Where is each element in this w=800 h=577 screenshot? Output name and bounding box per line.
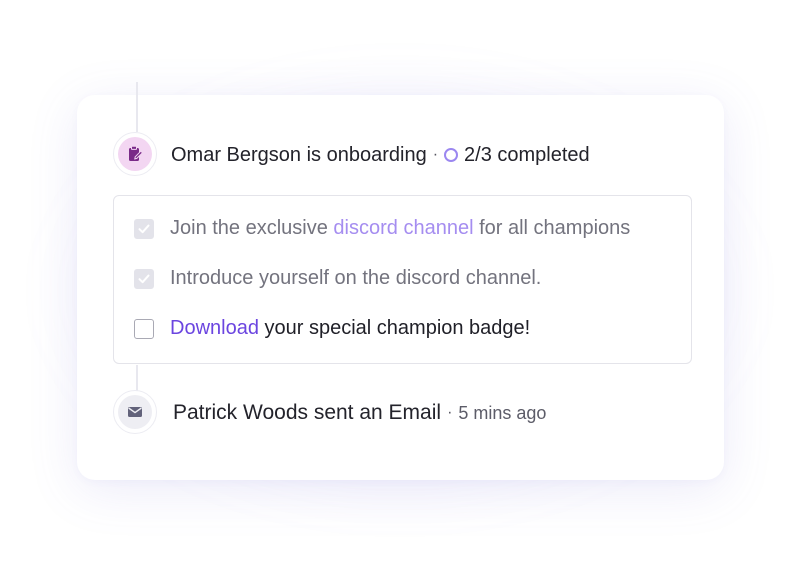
task-item: Download your special champion badge! bbox=[134, 317, 530, 340]
task-text: your special champion badge! bbox=[258, 317, 531, 339]
separator-dot: · bbox=[432, 146, 439, 163]
timeline-node-onboarding bbox=[113, 132, 157, 176]
progress-ring-icon bbox=[444, 148, 459, 162]
checkmark-icon bbox=[138, 274, 150, 283]
download-link[interactable]: Download bbox=[170, 317, 259, 340]
task-text: Join the exclusive bbox=[170, 217, 334, 239]
mail-icon bbox=[128, 407, 142, 417]
task-text: Introduce yourself on the discord channe… bbox=[170, 267, 542, 289]
timeline-connector bbox=[136, 82, 138, 132]
task-text: for all champions bbox=[473, 217, 631, 239]
event-time: 5 mins ago bbox=[458, 402, 547, 423]
mail-icon-badge bbox=[118, 395, 152, 429]
task-checkbox-unchecked[interactable] bbox=[134, 318, 154, 339]
separator-dot: · bbox=[447, 404, 453, 421]
timeline-node-email bbox=[113, 390, 157, 434]
checkmark-icon bbox=[138, 224, 150, 233]
event-onboarding: Omar Bergson is onboarding · 2/3 complet… bbox=[171, 141, 590, 169]
event-title: Patrick Woods sent an Email bbox=[173, 401, 442, 424]
task-item: Introduce yourself on the discord channe… bbox=[134, 267, 541, 290]
task-checkbox-checked[interactable] bbox=[134, 268, 154, 289]
timeline-connector bbox=[136, 365, 138, 391]
progress-status: 2/3 completed bbox=[464, 143, 590, 166]
task-item: Join the exclusive discord channel for a… bbox=[134, 217, 630, 240]
task-checkbox-checked[interactable] bbox=[134, 218, 154, 239]
event-title: Omar Bergson is onboarding bbox=[171, 143, 427, 166]
onboarding-task-list: Join the exclusive discord channel for a… bbox=[113, 195, 692, 364]
event-email: Patrick Woods sent an Email · 5 mins ago bbox=[173, 399, 546, 427]
clipboard-edit-icon bbox=[129, 145, 144, 161]
onboarding-icon-badge bbox=[118, 137, 152, 171]
discord-channel-link[interactable]: discord channel bbox=[333, 217, 473, 240]
